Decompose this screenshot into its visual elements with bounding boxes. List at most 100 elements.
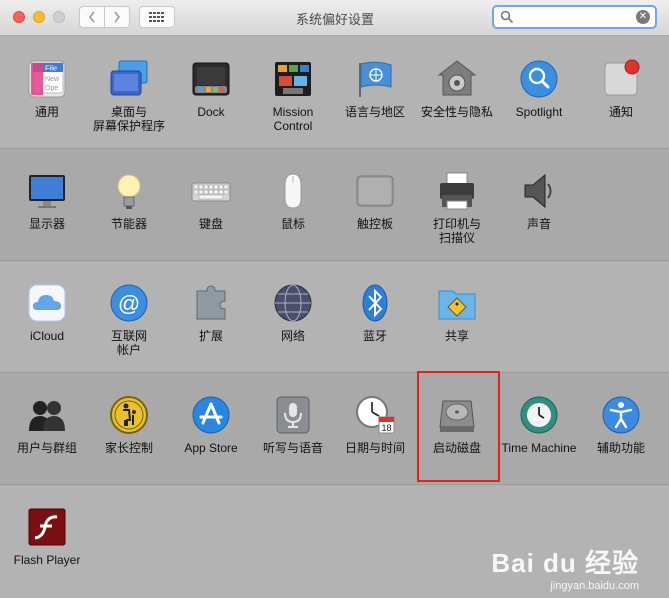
pref-bluetooth[interactable]: 蓝牙 xyxy=(334,283,416,343)
pref-label: App Store xyxy=(184,441,238,455)
desktop-icon xyxy=(109,59,149,99)
pref-date-time[interactable]: 18 日期与时间 xyxy=(334,395,416,455)
pref-users-groups[interactable]: 用户与群组 xyxy=(6,395,88,455)
pref-accessibility[interactable]: 辅助功能 xyxy=(580,395,662,455)
network-icon xyxy=(273,283,313,323)
search-icon xyxy=(500,10,514,24)
pref-label: 声音 xyxy=(526,217,551,231)
pref-label: 家长控制 xyxy=(104,441,153,455)
pref-desktop-screensaver[interactable]: 桌面与 屏幕保护程序 xyxy=(88,59,170,133)
pref-label: Dock xyxy=(197,105,225,119)
pref-parental-controls[interactable]: 家长控制 xyxy=(88,395,170,455)
pref-label: Spotlight xyxy=(515,105,563,119)
timemachine-icon xyxy=(519,395,559,435)
printer-icon xyxy=(437,171,477,211)
pref-label: 鼠标 xyxy=(280,217,305,231)
forward-button[interactable] xyxy=(104,6,130,28)
pref-dictation-speech[interactable]: 听写与语音 xyxy=(252,395,334,455)
pref-mission-control[interactable]: Mission Control xyxy=(252,59,334,133)
mouse-icon xyxy=(273,171,313,211)
watermark: Bai du 经验 jingyan.baidu.com xyxy=(491,543,639,592)
mission-control-icon xyxy=(273,59,313,99)
pref-app-store[interactable]: App Store xyxy=(170,395,252,455)
dictation-icon xyxy=(273,395,313,435)
pref-label: 桌面与 屏幕保护程序 xyxy=(92,105,165,133)
bluetooth-icon xyxy=(355,283,395,323)
flash-icon xyxy=(27,507,67,547)
pref-keyboard[interactable]: 键盘 xyxy=(170,171,252,231)
back-button[interactable] xyxy=(79,6,105,28)
pref-label: Time Machine xyxy=(501,441,577,455)
minimize-button[interactable] xyxy=(33,11,45,23)
general-icon-text-1: File xyxy=(45,64,57,73)
pref-label: 网络 xyxy=(280,329,305,343)
parental-icon xyxy=(109,395,149,435)
spotlight-icon xyxy=(519,59,559,99)
pref-security-privacy[interactable]: 安全性与隐私 xyxy=(416,59,498,119)
pref-mouse[interactable]: 鼠标 xyxy=(252,171,334,231)
pref-label: 通知 xyxy=(608,105,633,119)
pref-printers-scanners[interactable]: 打印机与 扫描仪 xyxy=(416,171,498,245)
clear-search-icon[interactable]: ✕ xyxy=(636,10,650,24)
pref-sound[interactable]: 声音 xyxy=(498,171,580,231)
language-icon xyxy=(355,59,395,99)
pref-notifications[interactable]: 通知 xyxy=(580,59,662,119)
pref-label: 日期与时间 xyxy=(344,441,405,455)
pref-label: 触控板 xyxy=(356,217,393,231)
pref-extensions[interactable]: 扩展 xyxy=(170,283,252,343)
extensions-icon xyxy=(191,283,231,323)
pref-dock[interactable]: Dock xyxy=(170,59,252,119)
display-icon xyxy=(27,171,67,211)
chevron-right-icon xyxy=(114,11,121,23)
pref-label: 显示器 xyxy=(28,217,65,231)
titlebar: 系统偏好设置 ✕ xyxy=(0,0,669,36)
pref-label: 蓝牙 xyxy=(362,329,387,343)
watermark-url: jingyan.baidu.com xyxy=(550,580,639,592)
pref-label: 语言与地区 xyxy=(344,105,405,119)
pref-label: 安全性与隐私 xyxy=(420,105,493,119)
pref-label: 打印机与 扫描仪 xyxy=(432,217,481,245)
pref-label: iCloud xyxy=(29,329,65,343)
pref-label: 键盘 xyxy=(198,217,223,231)
appstore-icon xyxy=(191,395,231,435)
security-icon xyxy=(437,59,477,99)
pref-label: 互联网 帐户 xyxy=(110,329,147,357)
pref-energy-saver[interactable]: 节能器 xyxy=(88,171,170,231)
accessibility-icon xyxy=(601,395,641,435)
pref-displays[interactable]: 显示器 xyxy=(6,171,88,231)
startup-disk-highlight xyxy=(417,371,500,482)
notifications-icon xyxy=(601,59,641,99)
pref-label: 扩展 xyxy=(198,329,223,343)
pref-label: 节能器 xyxy=(110,217,147,231)
pref-trackpad[interactable]: 触控板 xyxy=(334,171,416,231)
pref-network[interactable]: 网络 xyxy=(252,283,334,343)
calendar-day: 18 xyxy=(381,423,391,433)
show-all-button[interactable] xyxy=(139,6,175,28)
pref-language-region[interactable]: 语言与地区 xyxy=(334,59,416,119)
pref-label: Mission Control xyxy=(272,105,314,133)
pref-label: 共享 xyxy=(444,329,469,343)
close-button[interactable] xyxy=(13,11,25,23)
pref-spotlight[interactable]: Spotlight xyxy=(498,59,580,119)
search-field[interactable]: ✕ xyxy=(492,5,657,29)
pref-time-machine[interactable]: Time Machine xyxy=(498,395,580,455)
window-title: 系统偏好设置 xyxy=(295,12,374,27)
users-icon xyxy=(27,395,67,435)
pref-flash-player[interactable]: Flash Player xyxy=(6,507,88,567)
pref-icloud[interactable]: iCloud xyxy=(6,283,88,343)
pref-internet-accounts[interactable]: @ 互联网 帐户 xyxy=(88,283,170,357)
svg-text:@: @ xyxy=(118,291,140,316)
pref-sharing[interactable]: 共享 xyxy=(416,283,498,343)
icloud-icon xyxy=(27,283,67,323)
zoom-button[interactable] xyxy=(53,11,65,23)
datetime-icon: 18 xyxy=(355,395,395,435)
trackpad-icon xyxy=(355,171,395,211)
pref-general[interactable]: File New Ope 通用 xyxy=(6,59,88,119)
system-preferences-window: 系统偏好设置 ✕ File New Ope 通用 桌面与 屏幕保护程序 Dock… xyxy=(0,0,669,598)
general-icon-text-2: New xyxy=(45,76,60,83)
keyboard-icon xyxy=(191,171,231,211)
grid-icon xyxy=(149,12,164,22)
internet-accounts-icon: @ xyxy=(109,283,149,323)
energy-icon xyxy=(109,171,149,211)
pref-label: 听写与语音 xyxy=(262,441,323,455)
